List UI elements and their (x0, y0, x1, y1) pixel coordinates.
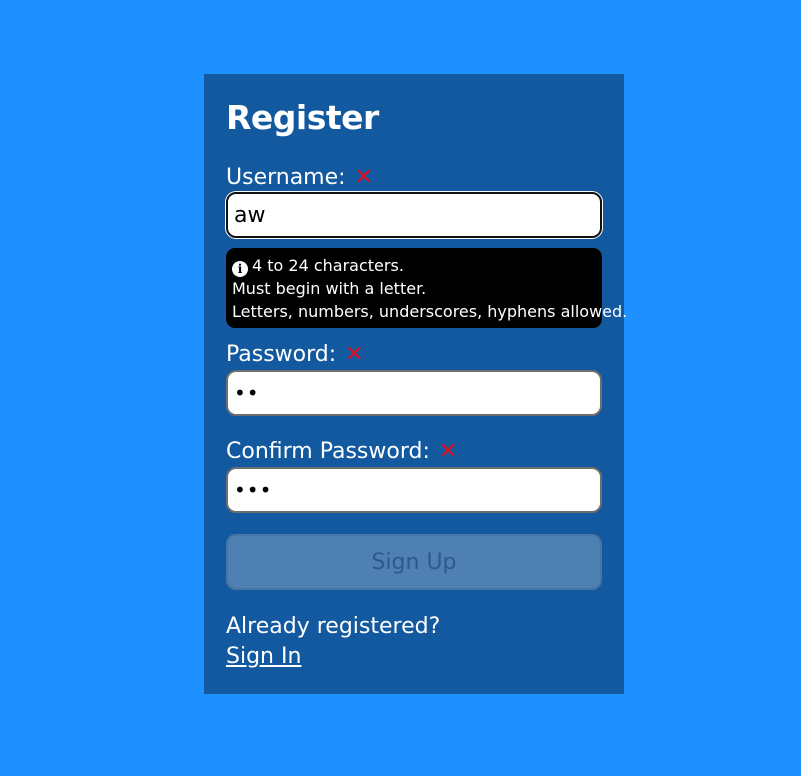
password-masked-value: •• (234, 381, 260, 405)
confirm-password-label-text: Confirm Password: (226, 439, 430, 464)
username-value: aw (234, 202, 266, 228)
username-input[interactable]: aw (226, 192, 602, 238)
invalid-x-icon: ✕ (345, 342, 364, 367)
confirm-password-label: Confirm Password: ✕ (226, 438, 457, 466)
invalid-x-icon: ✕ (354, 165, 373, 190)
note-line-2: Must begin with a letter. (232, 279, 427, 298)
invalid-x-icon: ✕ (438, 439, 458, 464)
register-card: Register Username: ✕ aw i4 to 24 charact… (204, 74, 628, 694)
sign-in-link[interactable]: Sign In (226, 642, 301, 672)
password-label-text: Password: (226, 342, 337, 367)
username-label-text: Username: (226, 165, 346, 190)
note-line-1-text: 4 to 24 characters. (252, 256, 404, 275)
confirm-password-input[interactable]: ••• (226, 467, 602, 513)
password-label: Password: ✕ (226, 341, 364, 369)
info-circle-icon: i (232, 261, 248, 277)
already-registered-text: Already registered? (226, 614, 441, 639)
confirm-password-masked-value: ••• (234, 478, 273, 502)
sign-up-button[interactable]: Sign Up (226, 534, 602, 590)
username-label: Username: ✕ (226, 164, 373, 192)
note-line-3: Letters, numbers, underscores, hyphens a… (232, 302, 628, 321)
note-line-1: i4 to 24 characters. (232, 254, 596, 277)
username-instructions: i4 to 24 characters. Must begin with a l… (226, 248, 628, 328)
page-title: Register (226, 98, 379, 137)
password-input[interactable]: •• (226, 370, 602, 416)
